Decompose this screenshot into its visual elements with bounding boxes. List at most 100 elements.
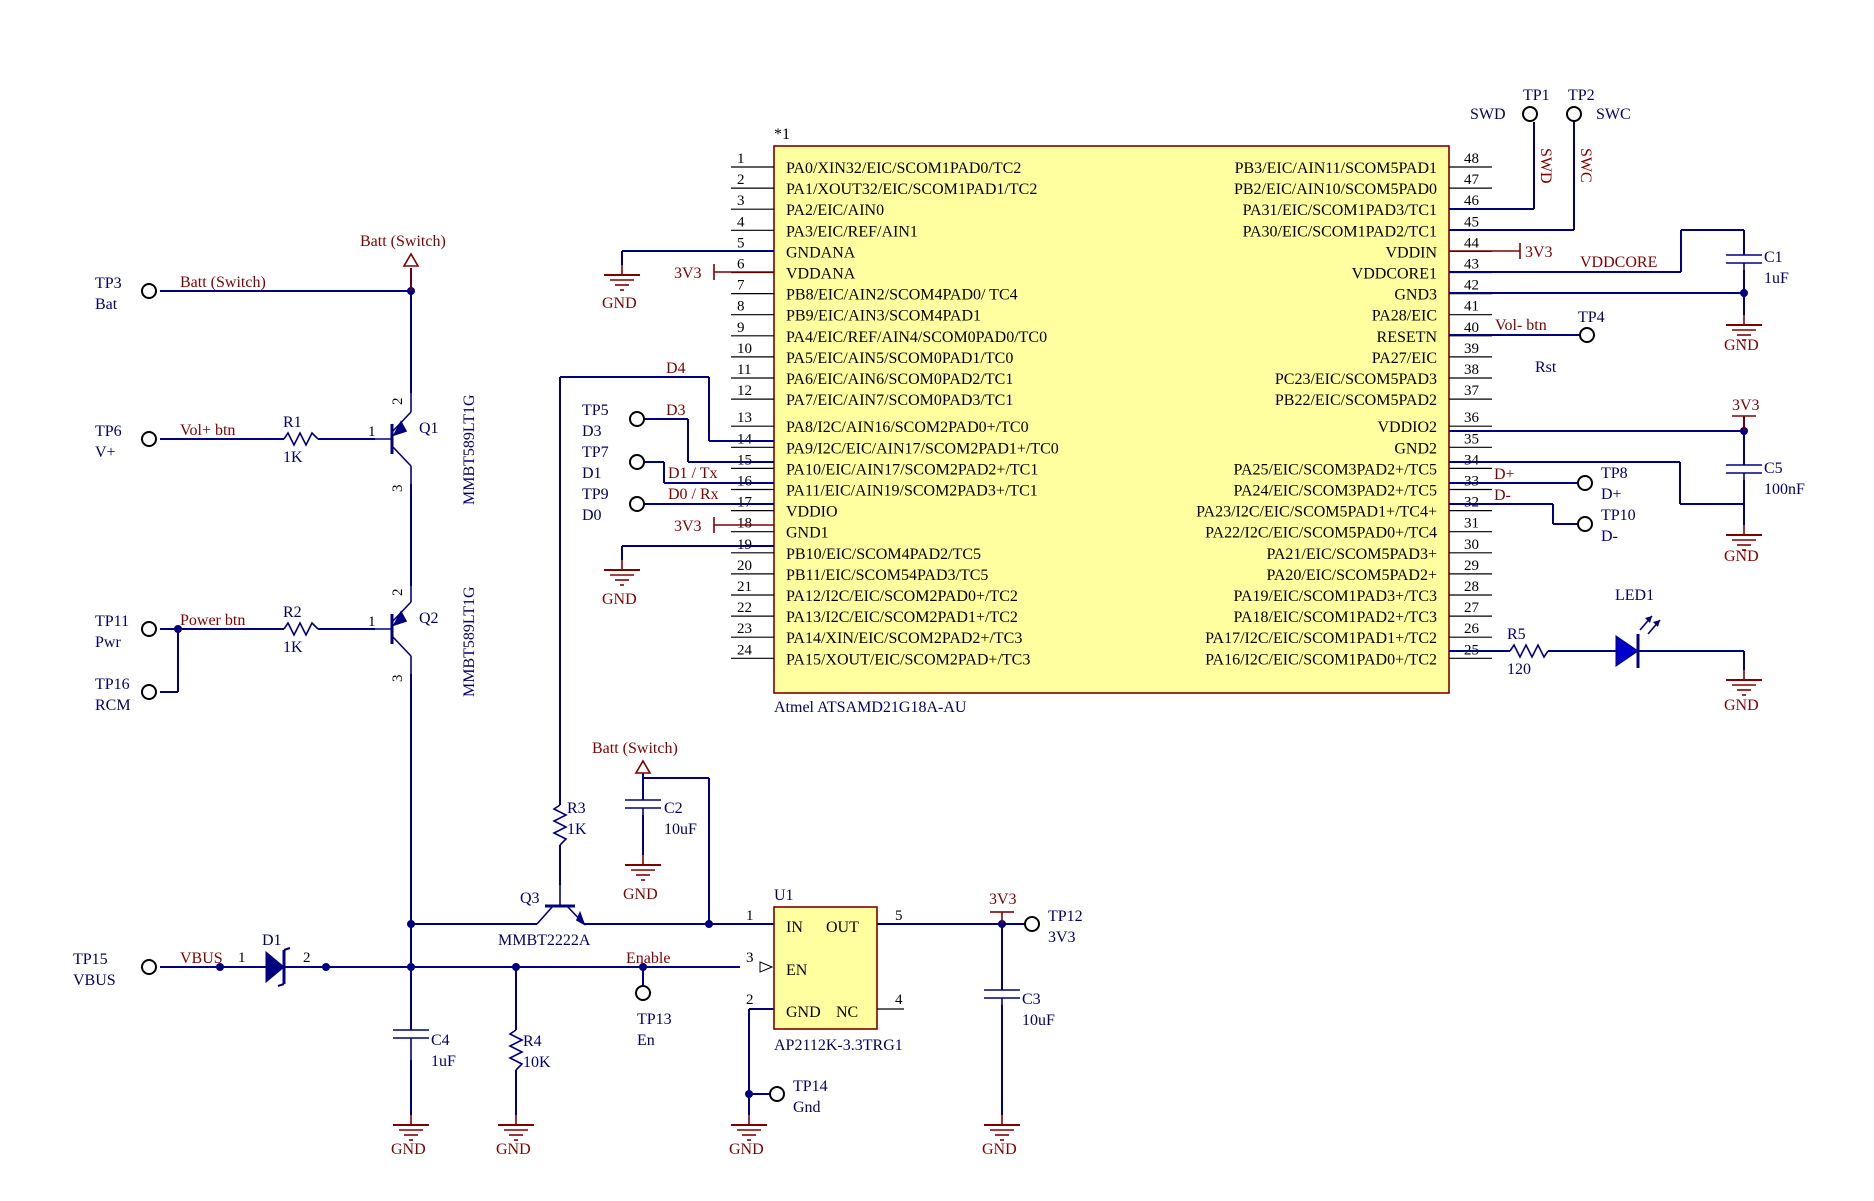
mcu-left-pin-name: VDDIO	[786, 504, 838, 521]
net-vddcore: VDDCORE	[1580, 254, 1657, 271]
tp6-id: TP6	[95, 423, 122, 440]
mcu-left-pin-number: 2	[737, 172, 745, 188]
mcu-left-pin-name: PB10/EIC/SCOM4PAD2/TC5	[786, 546, 981, 563]
mcu-right-pin-name: PA25/EIC/SCOM3PAD2+/TC5	[1234, 461, 1437, 478]
tp5-pad[interactable]	[629, 411, 645, 427]
regulator-u1[interactable]: U1 AP2112K-3.3TRG1 IN OUT EN GND NC 1 5 …	[746, 887, 904, 1054]
net-d0-rx: D0 / Rx	[668, 486, 719, 503]
mcu-part-label: Atmel ATSAMD21G18A-AU	[774, 699, 967, 716]
mcu-left-pin-number: 7	[737, 278, 745, 294]
mcu-right-pin-number: 26	[1464, 621, 1480, 637]
tp12-pad[interactable]	[1024, 916, 1040, 932]
mcu-right-pin-name: GND3	[1394, 287, 1437, 304]
c2-value: 10uF	[664, 821, 697, 838]
u1-pin-nc: NC	[836, 1004, 858, 1021]
mcu-left-pin-name: PA8/I2C/AIN16/SCOM2PAD0+/TC0	[786, 419, 1029, 436]
c4-id: C4	[431, 1032, 450, 1049]
q2-id: Q2	[419, 610, 439, 627]
mcu-right-pin-number: 37	[1464, 383, 1480, 399]
net-swc: SWC	[1577, 148, 1594, 183]
u1-num-out: 5	[895, 908, 903, 924]
tp2-pad[interactable]	[1566, 106, 1582, 122]
mcu-left-pin-name: GND1	[786, 525, 829, 542]
tp13-id: TP13	[637, 1011, 672, 1028]
tp12-label: 3V3	[1048, 929, 1076, 946]
mcu-right-pin-name: RESETN	[1377, 329, 1438, 346]
diode-d1: D1 1 2	[238, 932, 311, 987]
gnd-label-r4: GND	[496, 1141, 531, 1158]
mcu-right-pin-number: 42	[1464, 278, 1479, 294]
mcu-ic[interactable]: *1 Atmel ATSAMD21G18A-AU 1 PA0/XIN32/EIC/…	[731, 126, 1492, 716]
mcu-left-pin-name: PA9/I2C/EIC/AIN17/SCOM2PAD1+/TC0	[786, 440, 1059, 457]
q1-pin-c: 2	[390, 398, 406, 406]
tp7-pad[interactable]	[629, 454, 645, 470]
tp10-pad[interactable]	[1577, 516, 1593, 532]
u1-pin-en: EN	[786, 962, 808, 979]
mcu-right-pin-number: 47	[1464, 172, 1480, 188]
tp1-pad[interactable]	[1522, 106, 1538, 122]
q2-pin-b: 1	[368, 614, 376, 630]
mcu-left-pin-name: GNDANA	[786, 244, 856, 261]
tp5-id: TP5	[582, 402, 609, 419]
mcu-left-pin-number: 17	[737, 495, 753, 511]
gnd-label-c5: GND	[1724, 548, 1759, 565]
r1-id: R1	[283, 414, 302, 431]
tp6-label: V+	[95, 444, 116, 461]
tp8-pad[interactable]	[1577, 475, 1593, 491]
r1-body	[283, 431, 319, 447]
tp15-pad[interactable]	[141, 959, 157, 975]
c1-id: C1	[1764, 249, 1783, 266]
q3-part: MMBT2222A	[498, 932, 591, 949]
r2-id: R2	[283, 604, 302, 621]
tp4-pad[interactable]	[1579, 327, 1595, 343]
tp14-label: Gnd	[793, 1099, 821, 1116]
net-d3: D3	[666, 402, 686, 419]
tp6-pad[interactable]	[141, 431, 157, 447]
transistors	[375, 393, 586, 926]
mcu-left-pin-number: 8	[737, 299, 745, 315]
tp9-label: D0	[582, 507, 602, 524]
mcu-right-pin-number: 33	[1464, 474, 1479, 490]
mcu-right-pin-number: 28	[1464, 579, 1479, 595]
tp14-pad[interactable]	[769, 1086, 785, 1102]
mcu-right-pin-name: PA23/I2C/EIC/SCOM5PAD1+/TC4+	[1196, 504, 1437, 521]
gnd-label-c4: GND	[391, 1141, 426, 1158]
gnd-label-u1: GND	[729, 1141, 764, 1158]
tp2-label: SWC	[1596, 106, 1631, 123]
u1-id: U1	[774, 887, 794, 904]
mcu-left-pin-number: 12	[737, 383, 752, 399]
mcu-left-pin-number: 19	[737, 537, 752, 553]
u1-num-in: 1	[746, 908, 754, 924]
mcu-right-pin-number: 43	[1464, 257, 1479, 273]
r3-id: R3	[567, 800, 586, 817]
transistor-labels: Q1 MMBT589LT1G Q2 MMBT589LT1G Q3 MMBT222…	[368, 394, 591, 949]
u1-part: AP2112K-3.3TRG1	[774, 1037, 903, 1054]
mcu-right-pin-name: PB22/EIC/SCOM5PAD2	[1275, 392, 1437, 409]
q1-part: MMBT589LT1G	[461, 394, 478, 505]
tp9-pad[interactable]	[629, 496, 645, 512]
pwr-3v3-pin6: 3V3	[674, 265, 702, 282]
mcu-left-pin-number: 11	[737, 362, 751, 378]
tp14-id: TP14	[793, 1078, 828, 1095]
u1-num-en: 3	[746, 950, 754, 966]
mcu-left-pin-number: 15	[737, 452, 752, 468]
tp16-pad[interactable]	[141, 684, 157, 700]
net-vol-plus: Vol+ btn	[180, 422, 235, 439]
c4-value: 1uF	[431, 1053, 456, 1070]
mcu-right-pin-name: PB2/EIC/AIN10/SCOM5PAD0	[1234, 181, 1437, 198]
mcu-right-pin-name: PA19/EIC/SCOM1PAD3+/TC3	[1234, 588, 1437, 605]
net-vbus: VBUS	[180, 950, 223, 967]
r4-id: R4	[523, 1033, 542, 1050]
net-swd: SWD	[1537, 148, 1554, 184]
q2-part: MMBT589LT1G	[461, 586, 478, 697]
tp13-pad[interactable]	[635, 985, 651, 1001]
mcu-right-pin-number: 29	[1464, 558, 1479, 574]
mcu-left-pin-name: PA11/EIC/AIN19/SCOM2PAD3+/TC1	[786, 483, 1038, 500]
mcu-left-pin-name: VDDANA	[786, 266, 856, 283]
mcu-right-pin-name: PA30/EIC/SCOM1PAD2/TC1	[1243, 223, 1437, 240]
q1-id: Q1	[419, 420, 439, 437]
pwr-batt-c2: Batt (Switch)	[592, 740, 678, 757]
tp11-pad[interactable]	[141, 621, 157, 637]
d1-pin2: 2	[303, 950, 311, 966]
tp3-pad[interactable]	[141, 283, 157, 299]
